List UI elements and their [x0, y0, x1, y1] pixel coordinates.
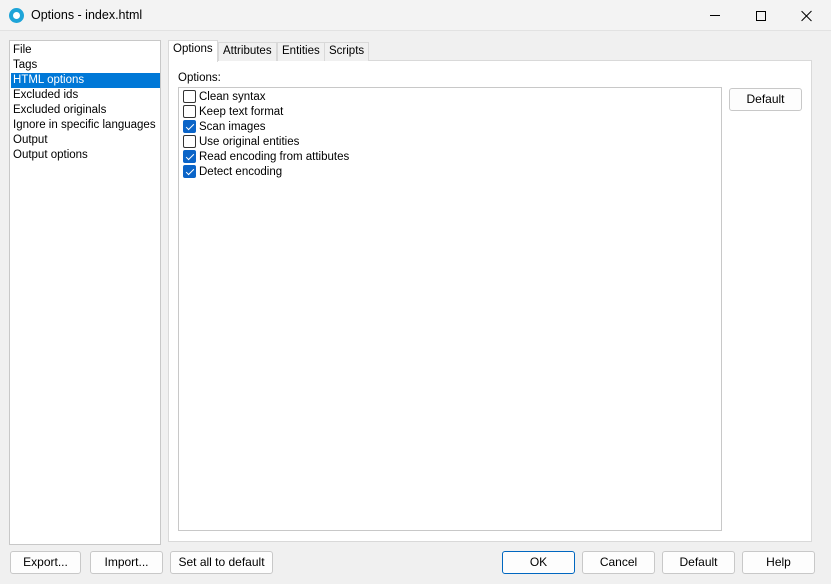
sidebar-item-excluded-originals[interactable]: Excluded originals — [11, 103, 160, 118]
checkbox-icon[interactable] — [183, 105, 196, 118]
option-clean-syntax[interactable]: Clean syntax — [183, 89, 265, 104]
title-bar: Options - index.html — [0, 0, 831, 31]
tab-scripts[interactable]: Scripts — [324, 42, 370, 61]
import-button[interactable]: Import... — [90, 551, 163, 574]
category-list[interactable]: File Tags HTML options Excluded ids Excl… — [9, 40, 161, 545]
export-button[interactable]: Export... — [10, 551, 81, 574]
option-read-encoding[interactable]: Read encoding from attibutes — [183, 149, 349, 164]
maximize-icon — [756, 10, 766, 21]
option-label: Keep text format — [199, 105, 284, 118]
option-label: Read encoding from attibutes — [199, 150, 350, 163]
set-all-default-button[interactable]: Set all to default — [170, 551, 273, 574]
maximize-button[interactable] — [738, 0, 784, 31]
close-button[interactable] — [784, 0, 830, 31]
option-label: Use original entities — [199, 135, 300, 148]
minimize-button[interactable] — [692, 0, 738, 31]
tab-options[interactable]: Options — [168, 40, 218, 62]
minimize-icon — [710, 15, 720, 16]
sidebar-item-file[interactable]: File — [11, 43, 160, 58]
app-icon — [9, 8, 24, 23]
checkbox-checked-icon[interactable] — [183, 165, 196, 178]
cancel-button[interactable]: Cancel — [582, 551, 655, 574]
checkbox-icon[interactable] — [183, 90, 196, 103]
option-use-original-entities[interactable]: Use original entities — [183, 134, 299, 149]
sidebar-item-html-options[interactable]: HTML options — [11, 73, 160, 88]
checkbox-checked-icon[interactable] — [183, 120, 196, 133]
sidebar-item-excluded-ids[interactable]: Excluded ids — [11, 88, 160, 103]
sidebar-item-output[interactable]: Output — [11, 133, 160, 148]
sidebar-item-tags[interactable]: Tags — [11, 58, 160, 73]
panel-default-button[interactable]: Default — [729, 88, 802, 111]
sidebar-item-ignore-languages[interactable]: Ignore in specific languages — [11, 118, 160, 133]
checkbox-icon[interactable] — [183, 135, 196, 148]
option-label: Scan images — [199, 120, 266, 133]
sidebar-item-output-options[interactable]: Output options — [11, 148, 160, 163]
window-title: Options - index.html — [31, 8, 143, 22]
option-label: Clean syntax — [199, 90, 266, 103]
options-label: Options: — [178, 72, 221, 84]
close-icon — [801, 10, 813, 22]
option-label: Detect encoding — [199, 165, 283, 178]
default-button[interactable]: Default — [662, 551, 735, 574]
tab-attributes[interactable]: Attributes — [218, 42, 277, 61]
checkbox-checked-icon[interactable] — [183, 150, 196, 163]
ok-button[interactable]: OK — [502, 551, 575, 574]
option-detect-encoding[interactable]: Detect encoding — [183, 164, 282, 179]
option-keep-text-format[interactable]: Keep text format — [183, 104, 283, 119]
tab-entities[interactable]: Entities — [277, 42, 325, 61]
option-scan-images[interactable]: Scan images — [183, 119, 265, 134]
help-button[interactable]: Help — [742, 551, 815, 574]
